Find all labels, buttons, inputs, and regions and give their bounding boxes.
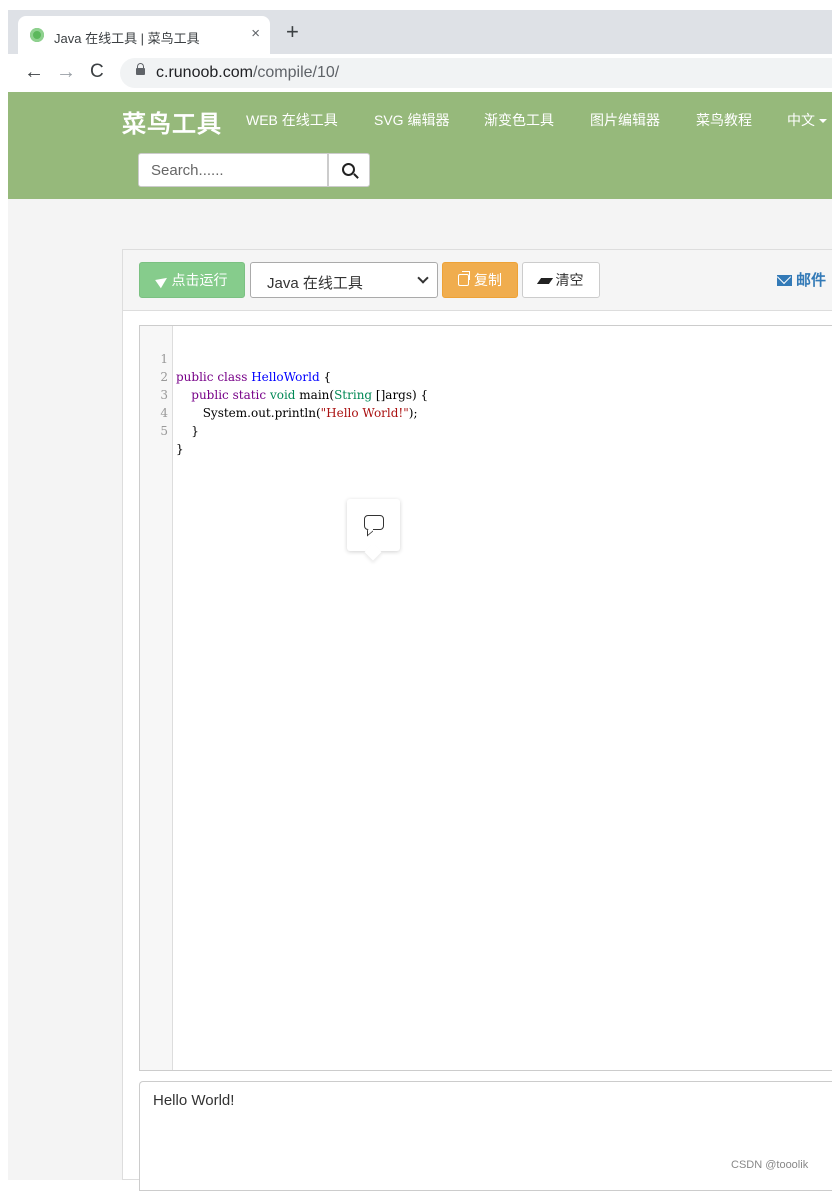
nav-language[interactable]: 中文	[787, 110, 827, 130]
compiler-toolbar: 点击运行 Java 在线工具 复制 清空 邮件	[123, 250, 832, 311]
back-arrow-icon[interactable]: ←	[24, 62, 44, 82]
lock-icon[interactable]	[136, 63, 145, 75]
url-host: c.runoob.com	[156, 64, 253, 81]
runoob-favicon-icon	[30, 28, 44, 42]
clear-button-label: 清空	[555, 272, 584, 288]
copy-button-label: 复制	[474, 272, 502, 288]
output-panel: Hello World!	[139, 1081, 832, 1191]
nav-language-label: 中文	[787, 112, 815, 128]
line-code: System.out.println("Hello World!");	[176, 406, 418, 420]
line-code: public static void main(String []args) {	[191, 388, 429, 402]
language-select-value: Java 在线工具	[267, 275, 363, 292]
output-text: Hello World!	[153, 1092, 235, 1109]
comment-icon	[364, 515, 384, 530]
clear-button[interactable]: 清空	[522, 262, 600, 298]
code-line: 3 System.out.println("Hello World!");	[140, 368, 417, 420]
eraser-icon	[536, 278, 553, 284]
mail-link-label: 邮件	[796, 272, 827, 289]
browser-toolbar: ← → C c.runoob.com/compile/10/	[8, 54, 832, 92]
paper-plane-icon	[154, 273, 170, 289]
tab-close-icon[interactable]: ×	[251, 25, 260, 42]
watermark: CSDN @tooolik	[731, 1159, 809, 1171]
forward-arrow-icon[interactable]: →	[56, 62, 76, 82]
code-line: 1 public class HelloWorld {	[140, 332, 331, 384]
run-button[interactable]: 点击运行	[139, 262, 245, 298]
search-button[interactable]	[328, 153, 370, 187]
line-code: }	[176, 442, 184, 456]
site-logo[interactable]: 菜鸟工具	[122, 104, 222, 139]
line-code: public class HelloWorld {	[176, 370, 332, 384]
new-tab-button[interactable]: +	[286, 21, 299, 43]
site-header: 菜鸟工具 WEB 在线工具 SVG 编辑器 渐变色工具 图片编辑器 菜鸟教程 中…	[8, 92, 832, 199]
nav-tutorial[interactable]: 菜鸟教程	[696, 110, 752, 130]
nav-image-editor[interactable]: 图片编辑器	[590, 110, 660, 130]
caret-down-icon	[819, 119, 827, 124]
code-line: 5 }	[140, 404, 183, 456]
envelope-icon	[777, 275, 792, 286]
chevron-down-icon	[417, 272, 429, 284]
line-code: }	[176, 424, 199, 438]
search-input[interactable]	[139, 154, 327, 186]
comment-popup[interactable]	[347, 499, 400, 551]
copy-button[interactable]: 复制	[442, 262, 518, 298]
url-text[interactable]: c.runoob.com/compile/10/	[156, 64, 339, 82]
language-select[interactable]: Java 在线工具	[250, 262, 438, 298]
search-box	[138, 153, 328, 187]
code-editor[interactable]: 1 public class HelloWorld { 2 public sta…	[139, 325, 832, 1071]
copy-icon	[458, 271, 470, 286]
reload-icon[interactable]: C	[90, 62, 104, 82]
nav-svg-editor[interactable]: SVG 编辑器	[374, 110, 449, 130]
search-icon	[342, 163, 355, 176]
url-path: /compile/10/	[252, 64, 340, 81]
run-button-label: 点击运行	[171, 272, 228, 288]
code-line: 2 public static void main(String []args)…	[140, 350, 428, 402]
line-number: 5	[160, 424, 168, 438]
code-line: 4 }	[140, 386, 199, 438]
nav-gradient-tool[interactable]: 渐变色工具	[484, 110, 554, 130]
browser-tab[interactable]: Java 在线工具 | 菜鸟工具 ×	[18, 16, 270, 54]
address-bar[interactable]: c.runoob.com/compile/10/	[120, 58, 832, 88]
tab-title: Java 在线工具 | 菜鸟工具	[54, 31, 200, 46]
mail-link[interactable]: 邮件	[777, 269, 826, 290]
nav-web-tools[interactable]: WEB 在线工具	[246, 110, 338, 130]
